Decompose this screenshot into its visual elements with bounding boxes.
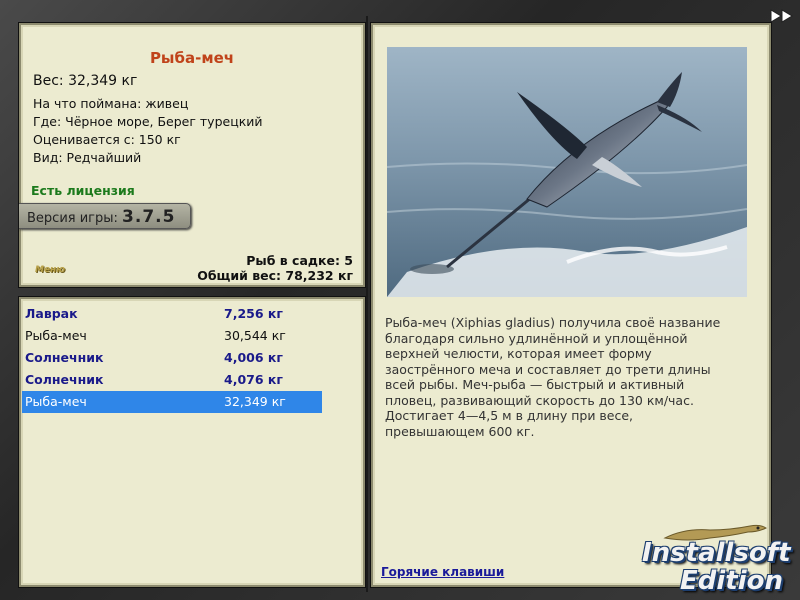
fish-name: Солнечник <box>25 350 104 365</box>
license-status: Есть лицензия <box>31 183 135 198</box>
catch-list: Лаврак 7,256 кг Рыба-меч 30,544 кг Солнечн… <box>22 303 322 413</box>
detail-valued-from: Оценивается с: 150 кг <box>33 132 181 147</box>
version-value: 3.7.5 <box>122 207 176 227</box>
fish-title: Рыба-меч <box>149 49 235 67</box>
fish-weight: Вес: 32,349 кг <box>33 73 138 89</box>
installsoft-watermark: Installsoft Edition <box>640 518 796 598</box>
catch-totals: Рыб в садке: 5 Общий вес: 78,232 кг <box>197 253 353 283</box>
hotkeys-link[interactable]: Горячие клавиши <box>381 565 504 579</box>
fish-name: Рыба-меч <box>25 328 87 343</box>
detail-location: Где: Чёрное море, Берег турецкий <box>33 114 263 129</box>
detail-species: Вид: Редчайший <box>33 150 142 165</box>
fish-weight-cell: 7,256 кг <box>224 306 283 321</box>
list-item[interactable]: Лаврак 7,256 кг <box>22 303 322 325</box>
fish-name: Рыба-меч <box>25 394 87 409</box>
watermark-line2: Edition <box>680 566 783 596</box>
menu-button[interactable]: Меню <box>35 265 65 275</box>
fast-forward-icon[interactable] <box>770 9 794 23</box>
list-item[interactable]: Солнечник 4,006 кг <box>22 347 322 369</box>
fish-description: Рыба-меч (Xiphias gladius) получила своё… <box>385 315 721 439</box>
fish-details: На что поймана: живец Где: Чёрное море, … <box>33 95 263 167</box>
fish-info-panel: Рыба-меч Вес: 32,349 кг На что поймана: … <box>18 22 366 288</box>
total-weight: Общий вес: 78,232 кг <box>197 268 353 283</box>
detail-bait: На что поймана: живец <box>33 96 189 111</box>
watermark-line1: Installsoft <box>642 538 791 568</box>
fish-weight-cell: 32,349 кг <box>224 394 286 409</box>
version-label: Версия игры: <box>27 211 118 226</box>
panel-divider <box>366 16 368 592</box>
version-badge: Версия игры: 3.7.5 <box>19 203 191 229</box>
fish-count: Рыб в садке: 5 <box>246 253 353 268</box>
fish-weight-cell: 30,544 кг <box>224 328 286 343</box>
list-item[interactable]: Рыба-меч 32,349 кг <box>22 391 322 413</box>
fish-name: Солнечник <box>25 372 104 387</box>
list-item[interactable]: Солнечник 4,076 кг <box>22 369 322 391</box>
fish-name: Лаврак <box>25 306 78 321</box>
fish-weight-cell: 4,076 кг <box>224 372 283 387</box>
catch-list-panel: Лаврак 7,256 кг Рыба-меч 30,544 кг Солнечн… <box>18 296 366 588</box>
list-item[interactable]: Рыба-меч 30,544 кг <box>22 325 322 347</box>
swordfish-photo <box>387 47 747 297</box>
description-panel: Рыба-меч (Xiphias gladius) получила своё… <box>370 22 772 588</box>
fish-weight-cell: 4,006 кг <box>224 350 283 365</box>
